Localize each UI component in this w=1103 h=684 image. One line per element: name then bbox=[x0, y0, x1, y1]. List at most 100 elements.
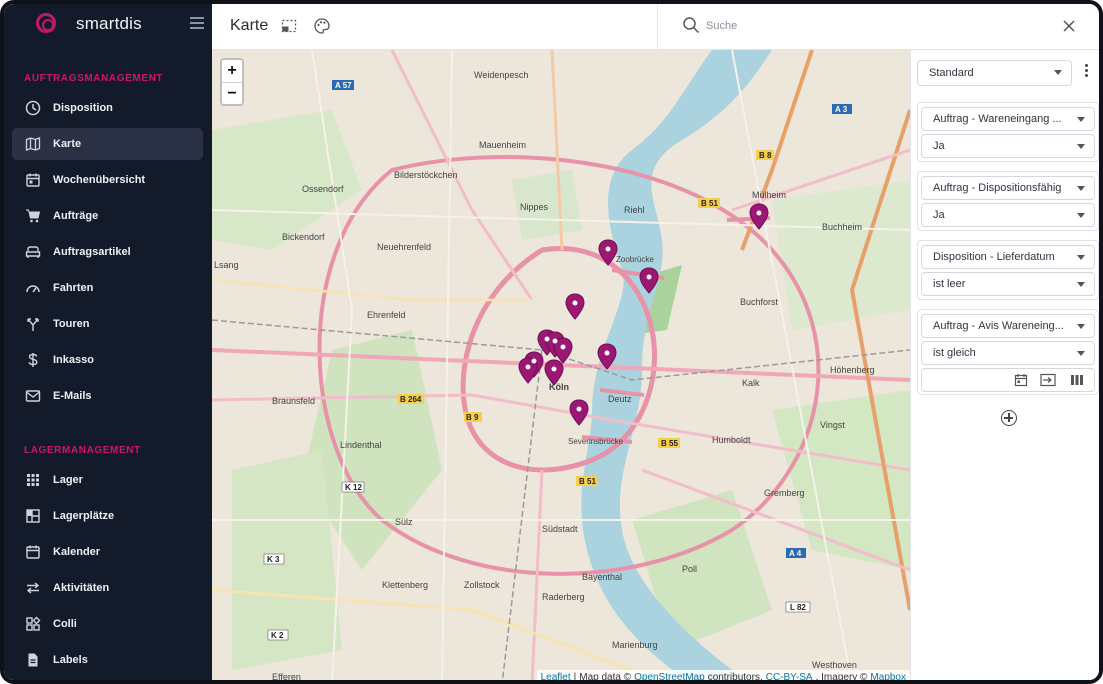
map-tiles: Weidenpesch Mauenheim Bilderstöckchen Ni… bbox=[212, 50, 910, 682]
sidebar-item-auftraege[interactable]: Aufträge bbox=[12, 200, 203, 232]
more-options-icon[interactable] bbox=[1085, 64, 1089, 80]
leaflet-link[interactable]: Leaflet bbox=[541, 672, 571, 681]
filter-panel: Standard Auftrag - Wareneingang ... Ja A… bbox=[910, 50, 1099, 680]
map-label: Höhenberg bbox=[830, 365, 875, 375]
map-view[interactable]: Weidenpesch Mauenheim Bilderstöckchen Ni… bbox=[212, 50, 910, 683]
map-label: Efferen bbox=[272, 672, 301, 682]
cart-icon bbox=[24, 207, 42, 225]
zoom-control: + − bbox=[220, 58, 244, 106]
zoom-out-button[interactable]: − bbox=[222, 82, 242, 104]
layout-icon bbox=[24, 507, 42, 525]
road-label: L 82 bbox=[790, 603, 806, 612]
map-label: Weidenpesch bbox=[474, 70, 528, 80]
clock-icon bbox=[24, 99, 42, 117]
map-icon bbox=[24, 135, 42, 153]
filter-value-select[interactable]: ist gleich bbox=[921, 341, 1095, 365]
sidebar-item-labels[interactable]: Labels bbox=[12, 644, 203, 676]
filter-field-select[interactable]: Disposition - Lieferdatum bbox=[921, 245, 1095, 269]
sidebar-item-label: Lagerplätze bbox=[53, 510, 115, 522]
map-label: Vingst bbox=[820, 420, 845, 430]
date-input[interactable] bbox=[921, 368, 1095, 392]
filter-value-select[interactable]: Ja bbox=[921, 134, 1095, 158]
map-label: Buchheim bbox=[822, 222, 862, 232]
sidebar-item-disposition[interactable]: Disposition bbox=[12, 92, 203, 124]
sidebar-item-touren[interactable]: Touren bbox=[12, 308, 203, 340]
map-label: Severinsbrücke bbox=[568, 437, 624, 446]
calendar-icon[interactable] bbox=[1014, 373, 1028, 390]
osm-link[interactable]: OpenStreetMap bbox=[634, 672, 705, 681]
map-label: Lsang bbox=[214, 260, 239, 270]
search-input[interactable] bbox=[706, 14, 1036, 38]
sidebar-item-lager[interactable]: Lager bbox=[12, 464, 203, 496]
palette-icon[interactable] bbox=[313, 17, 331, 35]
route-icon bbox=[24, 315, 42, 333]
sidebar-item-fahrten[interactable]: Fahrten bbox=[12, 272, 203, 304]
sidebar-item-label: Lager bbox=[53, 474, 83, 486]
sidebar-item-auftragsartikel[interactable]: Auftragsartikel bbox=[12, 236, 203, 268]
sidebar-item-colli[interactable]: Colli bbox=[12, 608, 203, 640]
sidebar-item-karte[interactable]: Karte bbox=[12, 128, 203, 160]
road-label: B 8 bbox=[759, 151, 772, 160]
filter-field-select[interactable]: Auftrag - Wareneingang ... bbox=[921, 107, 1095, 131]
map-label: Marienburg bbox=[612, 640, 658, 650]
map-label: Bayenthal bbox=[582, 572, 622, 582]
document-icon bbox=[24, 651, 42, 669]
sidebar-item-label: Aufträge bbox=[53, 210, 99, 222]
sidebar-item-lagerplaetze[interactable]: Lagerplätze bbox=[12, 500, 203, 532]
road-label: K 2 bbox=[271, 631, 284, 640]
attribution-text: Map data © bbox=[579, 671, 632, 683]
chevron-down-icon bbox=[1054, 70, 1062, 75]
sidebar-item-inkasso[interactable]: Inkasso bbox=[12, 344, 203, 376]
hamburger-menu-icon[interactable] bbox=[190, 17, 204, 29]
grid-icon bbox=[24, 471, 42, 489]
road-label: K 3 bbox=[267, 555, 280, 564]
filter-group: Auftrag - Dispositionsfähig Ja bbox=[917, 171, 1099, 231]
map-label: Humboldt bbox=[712, 435, 751, 445]
sidebar-item-label: Fahrten bbox=[53, 282, 94, 294]
chevron-down-icon bbox=[1077, 255, 1085, 260]
view-select-value: Standard bbox=[929, 67, 974, 79]
filter-field-select[interactable]: Auftrag - Avis Wareneing... bbox=[921, 314, 1095, 338]
map-label: Mauenheim bbox=[479, 140, 526, 150]
mapbox-link[interactable]: Mapbox bbox=[870, 672, 906, 681]
filter-value: ist leer bbox=[933, 278, 966, 290]
filter-field-prefix: Disposition - bbox=[933, 251, 994, 263]
brand[interactable]: smartdis bbox=[4, 4, 212, 46]
chevron-down-icon bbox=[1077, 213, 1085, 218]
sidebar-item-wochenuebersicht[interactable]: Wochenübersicht bbox=[12, 164, 203, 196]
road-label: K 12 bbox=[345, 483, 362, 492]
road-label: B 51 bbox=[701, 199, 718, 208]
input-arrow-icon[interactable] bbox=[1040, 373, 1056, 390]
map-label: Südstadt bbox=[542, 524, 578, 534]
close-icon[interactable] bbox=[1060, 17, 1078, 35]
filter-field-select[interactable]: Auftrag - Dispositionsfähig bbox=[921, 176, 1095, 200]
sidebar-item-label: Touren bbox=[53, 318, 90, 330]
sidebar-item-kalender[interactable]: Kalender bbox=[12, 536, 203, 568]
sidebar-item-aktivitaeten[interactable]: Aktivitäten bbox=[12, 572, 203, 604]
filter-value-select[interactable]: ist leer bbox=[921, 272, 1095, 296]
selection-icon[interactable] bbox=[280, 17, 298, 35]
add-filter-icon[interactable] bbox=[1001, 410, 1017, 426]
road-label: A 4 bbox=[789, 549, 802, 558]
columns-icon[interactable] bbox=[1070, 373, 1084, 390]
filter-value-select[interactable]: Ja bbox=[921, 203, 1095, 227]
map-label: Raderberg bbox=[542, 592, 585, 602]
filter-value: Ja bbox=[933, 140, 945, 152]
sidebar-item-emails[interactable]: E-Mails bbox=[12, 380, 203, 412]
filter-value: ist gleich bbox=[933, 347, 976, 359]
map-label: Sülz bbox=[395, 517, 413, 527]
zoom-in-button[interactable]: + bbox=[222, 60, 242, 82]
app-name: smartdis bbox=[76, 14, 142, 33]
attribution-text: , Imagery © bbox=[815, 671, 868, 683]
road-label: B 9 bbox=[466, 413, 479, 422]
mail-icon bbox=[24, 387, 42, 405]
sidebar-item-label: Karte bbox=[53, 138, 82, 150]
chevron-down-icon bbox=[1077, 186, 1085, 191]
sidebar-item-label: Aktivitäten bbox=[53, 582, 110, 594]
license-link[interactable]: CC-BY-SA bbox=[766, 672, 813, 681]
map-label: Riehl bbox=[624, 205, 645, 215]
map-label: Ossendorf bbox=[302, 184, 344, 194]
map-label: Köln bbox=[549, 382, 569, 392]
view-select[interactable]: Standard bbox=[917, 60, 1072, 86]
map-label: Kalk bbox=[742, 378, 760, 388]
